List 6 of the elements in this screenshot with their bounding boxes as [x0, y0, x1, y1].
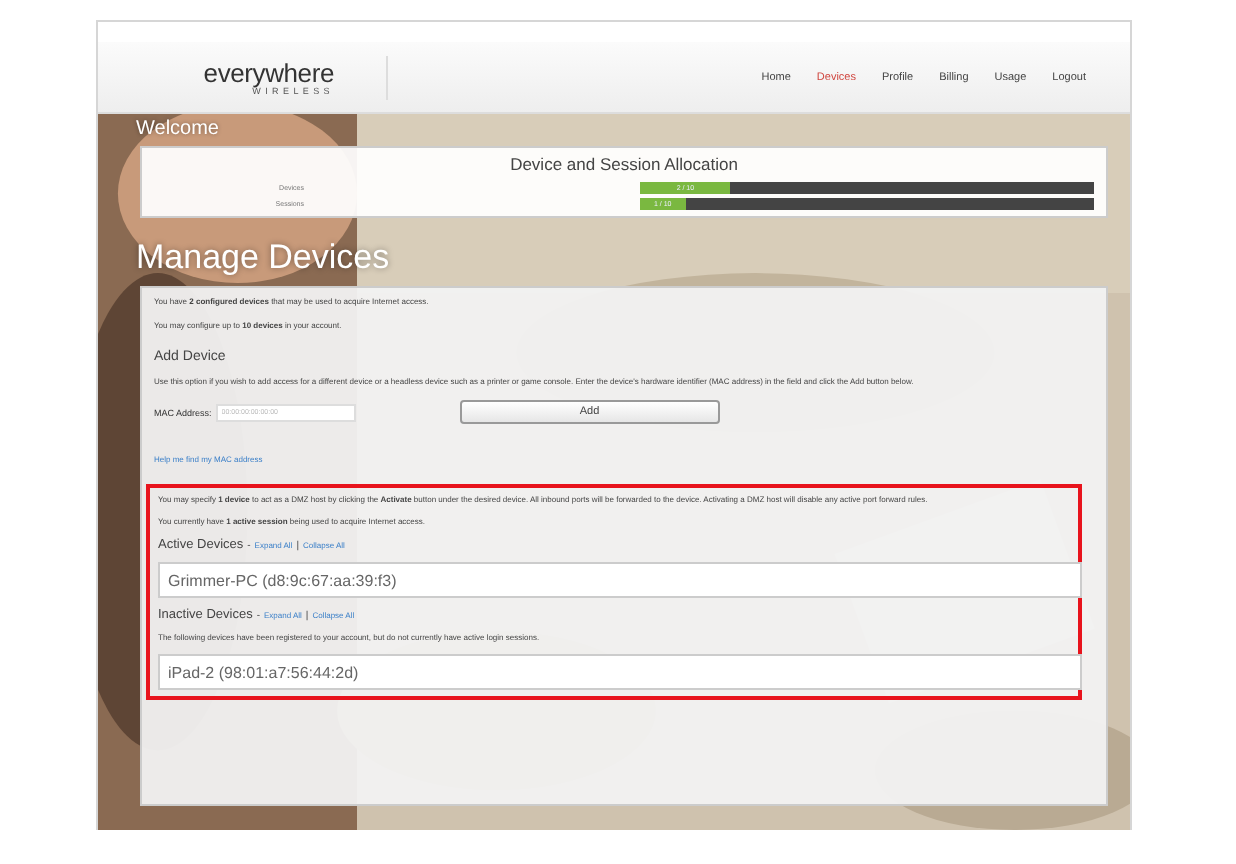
device-row[interactable]: Grimmer-PC (d8:9c:67:aa:39:f3) — [158, 562, 1082, 598]
logo-wordmark: everywhere — [203, 59, 334, 85]
device-row[interactable]: iPad-2 (98:01:a7:56:44:2d) — [158, 654, 1082, 690]
welcome-title: Welcome — [136, 118, 221, 140]
page-heading: Manage Devices — [136, 238, 392, 278]
allocation-title: Device and Session Allocation — [508, 154, 740, 174]
